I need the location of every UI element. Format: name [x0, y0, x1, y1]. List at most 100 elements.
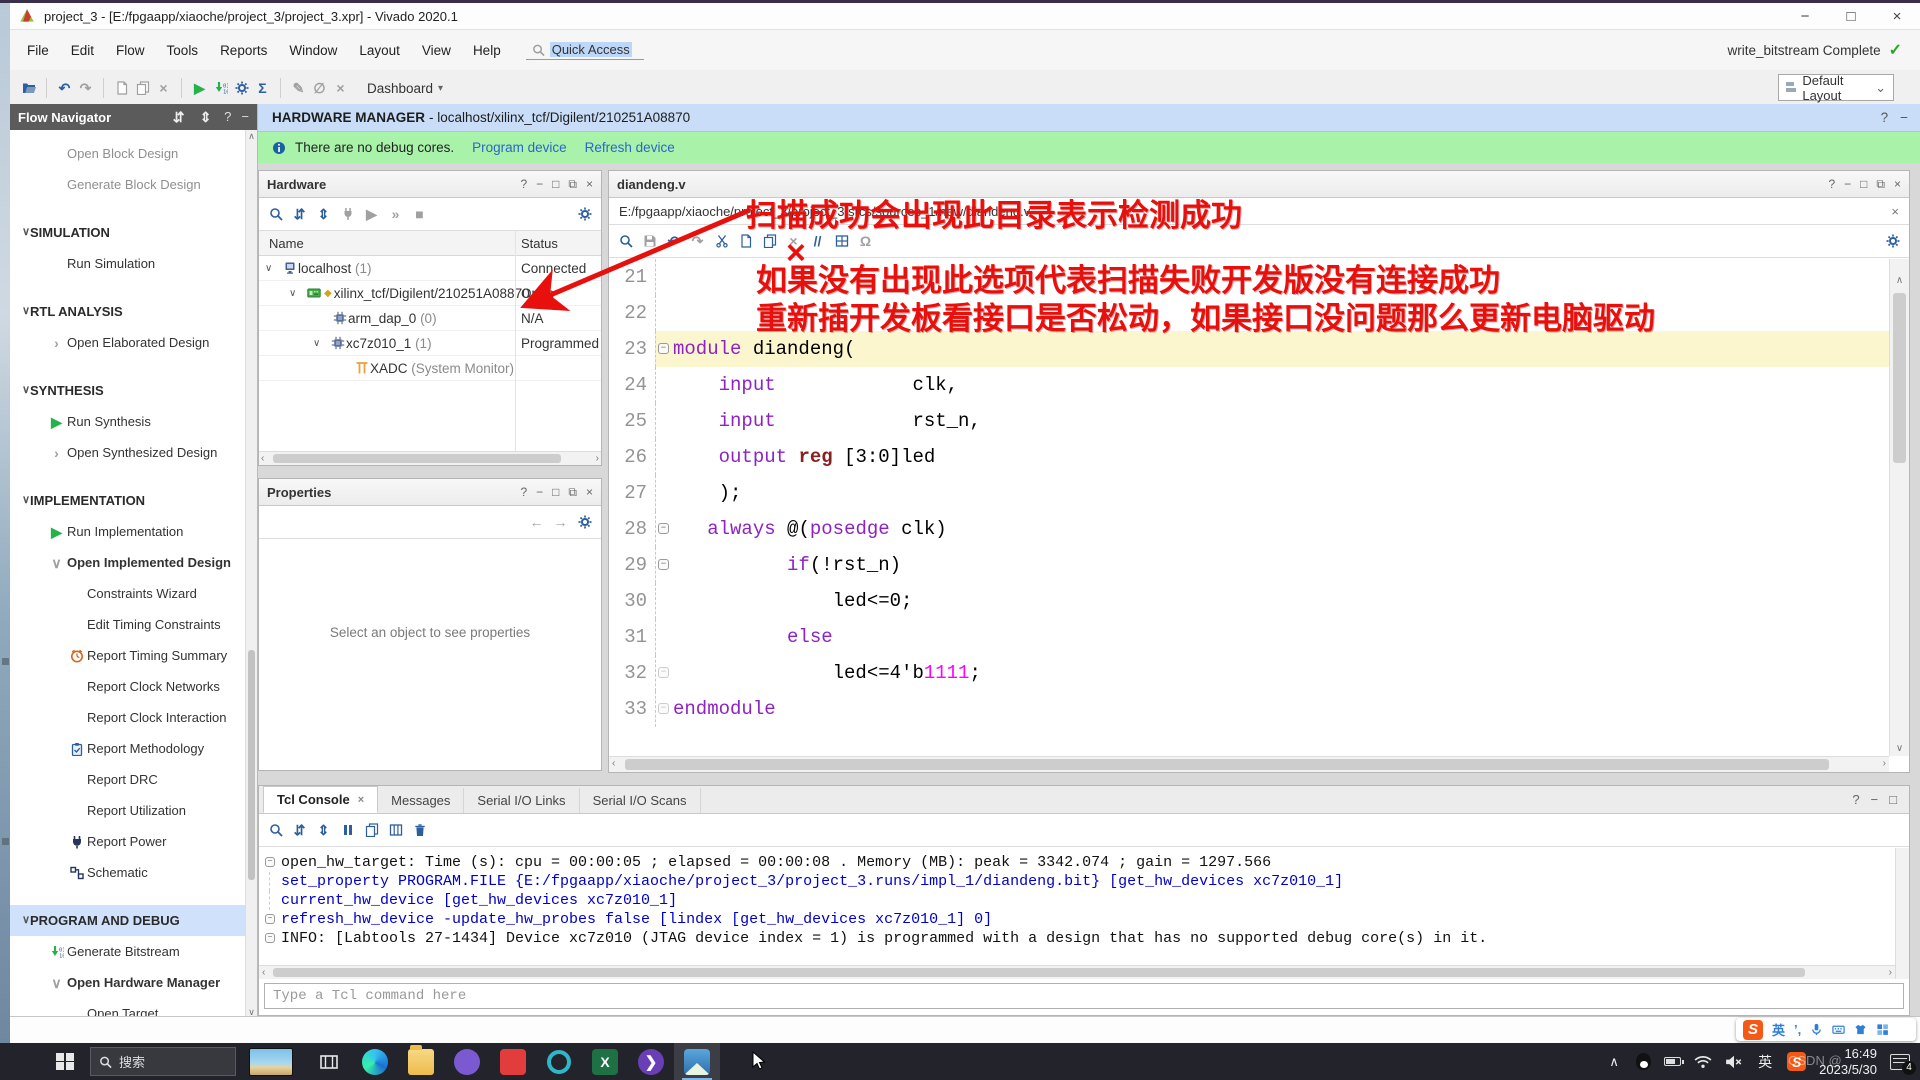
- table-icon[interactable]: [387, 822, 404, 839]
- fold-toggle-icon[interactable]: −: [265, 914, 275, 924]
- play-icon[interactable]: ▶: [191, 80, 208, 97]
- hardware-hscrollbar[interactable]: ‹ ›: [259, 451, 601, 465]
- properties-help-icon[interactable]: ?: [520, 485, 527, 500]
- omega-icon[interactable]: Ω: [857, 233, 874, 250]
- code-line-24[interactable]: 24 input clk,: [609, 367, 1889, 403]
- xmark-icon[interactable]: ×: [155, 80, 172, 97]
- flownav-item-open-elaborated-design[interactable]: ›Open Elaborated Design: [10, 327, 245, 358]
- notification-center-icon[interactable]: 4: [1890, 1054, 1910, 1070]
- close-button[interactable]: ×: [1874, 3, 1920, 30]
- menu-reports[interactable]: Reports: [209, 38, 278, 63]
- properties-minimize-icon[interactable]: −: [536, 485, 543, 500]
- flownav-item-edit-timing-constraints[interactable]: Edit Timing Constraints: [10, 609, 245, 640]
- layout-selector[interactable]: Default Layout ⌄: [1778, 74, 1894, 101]
- program-device-link[interactable]: Program device: [472, 140, 567, 155]
- doc-icon[interactable]: [737, 233, 754, 250]
- task-view-button[interactable]: [306, 1043, 352, 1080]
- flownav-item-report-power[interactable]: Report Power: [10, 826, 245, 857]
- hardware-tree-row[interactable]: arm_dap_0 (0)N/A: [259, 306, 601, 331]
- flownav-item-open-implemented-design[interactable]: ∨Open Implemented Design: [10, 547, 245, 578]
- flownav-item-report-timing-summary[interactable]: Report Timing Summary: [10, 640, 245, 671]
- fold-toggle-icon[interactable]: −: [658, 343, 669, 354]
- code-line-30[interactable]: 30 led<=0;: [609, 583, 1889, 619]
- flownav-section-program-and-debug[interactable]: ∨PROGRAM AND DEBUG: [10, 905, 245, 936]
- code-line-27[interactable]: 27 );: [609, 475, 1889, 511]
- hardware-help-icon[interactable]: ?: [520, 177, 527, 192]
- tab-messages[interactable]: Messages: [378, 788, 464, 813]
- flownav-help-icon[interactable]: ?: [224, 109, 231, 126]
- close-file-icon[interactable]: ×: [1891, 204, 1899, 219]
- plug-icon[interactable]: [339, 206, 356, 223]
- fold-toggle-icon[interactable]: −: [265, 933, 275, 943]
- flownav-item-open-synthesized-design[interactable]: ›Open Synthesized Design: [10, 437, 245, 468]
- editor-help-icon[interactable]: ?: [1828, 177, 1835, 192]
- flownav-item-schematic[interactable]: Schematic: [10, 857, 245, 888]
- microphone-icon[interactable]: [1810, 1023, 1823, 1036]
- close-tab-icon[interactable]: ×: [358, 794, 364, 806]
- punctuation-mode[interactable]: ’,: [1794, 1022, 1801, 1037]
- menu-layout[interactable]: Layout: [348, 38, 411, 63]
- dashboard-menu[interactable]: Dashboard ▾: [367, 81, 443, 96]
- taskbar-search[interactable]: 搜索: [90, 1047, 236, 1076]
- flownav-item-run-synthesis[interactable]: ▶Run Synthesis: [10, 406, 245, 437]
- fwd-icon[interactable]: »: [387, 206, 404, 223]
- flownav-item-run-implementation[interactable]: ▶Run Implementation: [10, 516, 245, 547]
- flownav-item-generate-bitstream[interactable]: 0110Generate Bitstream: [10, 936, 245, 967]
- taskbar-app-excel[interactable]: X: [582, 1043, 628, 1080]
- pencil-icon[interactable]: ✎: [290, 80, 307, 97]
- flownav-item-open-block-design[interactable]: Open Block Design: [10, 138, 245, 169]
- fold-toggle-icon[interactable]: −: [658, 703, 669, 714]
- hardware-tree-row[interactable]: ∨ localhost (1)Connected: [259, 256, 601, 281]
- hardware-close-icon[interactable]: ×: [586, 177, 593, 192]
- search-icon[interactable]: [617, 233, 634, 250]
- flownav-minimize-icon[interactable]: −: [241, 109, 249, 126]
- taskbar-app-edge[interactable]: [352, 1043, 398, 1080]
- keyboard-icon[interactable]: [1832, 1023, 1845, 1036]
- stop-icon[interactable]: ■: [411, 206, 428, 223]
- menu-flow[interactable]: Flow: [105, 38, 156, 63]
- gear-icon[interactable]: [576, 206, 593, 223]
- fold-toggle-icon[interactable]: −: [658, 559, 669, 570]
- taskbar-app-file-explorer[interactable]: [398, 1043, 444, 1080]
- menu-window[interactable]: Window: [278, 38, 348, 63]
- console-vscrollbar[interactable]: [1895, 848, 1909, 979]
- editor-close-icon[interactable]: ×: [1894, 177, 1901, 192]
- flownav-section-rtl-analysis[interactable]: ∨RTL ANALYSIS: [10, 296, 245, 327]
- chevron-down-icon[interactable]: ∨: [289, 281, 305, 306]
- chevron-down-icon[interactable]: ∨: [313, 331, 329, 356]
- console-log[interactable]: −open_hw_target: Time (s): cpu = 00:00:0…: [259, 848, 1895, 959]
- gear-icon[interactable]: [1884, 233, 1901, 250]
- taskbar-app-app-red[interactable]: [490, 1043, 536, 1080]
- ime-language-indicator[interactable]: 英: [1756, 1053, 1774, 1071]
- hardware-float-icon[interactable]: ⧉: [568, 177, 577, 192]
- search-icon[interactable]: [267, 822, 284, 839]
- code-line-31[interactable]: 31 else: [609, 619, 1889, 655]
- maximize-button[interactable]: □: [1828, 3, 1874, 30]
- console-help-icon[interactable]: ?: [1852, 792, 1859, 807]
- menu-view[interactable]: View: [411, 38, 462, 63]
- flownav-section-simulation[interactable]: ∨SIMULATION: [10, 217, 245, 248]
- refresh-device-link[interactable]: Refresh device: [585, 140, 675, 155]
- volume-muted-icon[interactable]: [1725, 1053, 1743, 1071]
- skin-icon[interactable]: [1854, 1023, 1867, 1036]
- start-button[interactable]: [42, 1043, 88, 1080]
- properties-float-icon[interactable]: ⧉: [568, 485, 577, 500]
- docs-icon[interactable]: [134, 80, 151, 97]
- hwmanager-minimize-icon[interactable]: −: [1900, 110, 1908, 125]
- cut-icon[interactable]: [713, 233, 730, 250]
- grid-icon[interactable]: [833, 233, 850, 250]
- flownav-section-synthesis[interactable]: ∨SYNTHESIS: [10, 375, 245, 406]
- pause-icon[interactable]: [339, 822, 356, 839]
- editor-maximize-icon[interactable]: □: [1860, 177, 1867, 192]
- code-line-33[interactable]: 33−endmodule: [609, 691, 1889, 727]
- hardware-tree-row[interactable]: ∨ xc7z010_1 (1)Programmed: [259, 331, 601, 356]
- language-mode[interactable]: 英: [1772, 1020, 1785, 1039]
- qq-icon[interactable]: [1636, 1053, 1651, 1070]
- gear-icon[interactable]: [576, 514, 593, 531]
- taskbar-app-app-loop[interactable]: [536, 1043, 582, 1080]
- undo-icon[interactable]: ↶: [665, 233, 682, 250]
- code-line-28[interactable]: 28− always @(posedge clk): [609, 511, 1889, 547]
- back-icon[interactable]: ←: [528, 514, 545, 531]
- menu-edit[interactable]: Edit: [60, 38, 105, 63]
- folder-icon[interactable]: [20, 80, 37, 97]
